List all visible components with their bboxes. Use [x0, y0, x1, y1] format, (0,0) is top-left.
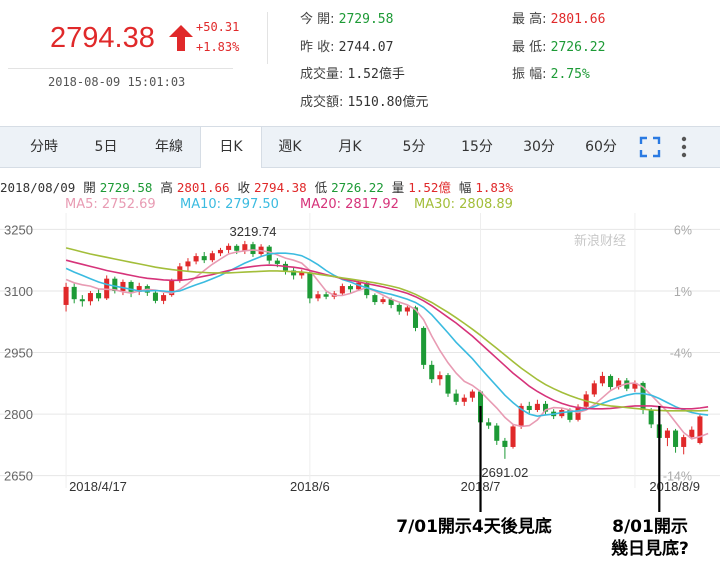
candle-body — [429, 364, 435, 380]
candle-body — [697, 416, 703, 444]
candle-body — [185, 261, 191, 267]
y-tick-label: 3100 — [4, 284, 33, 299]
candle-body — [201, 256, 207, 261]
ma-line-ma10 — [65, 252, 709, 418]
candle-body — [79, 299, 85, 302]
candle-body — [437, 375, 443, 380]
right-tick-label: 6% — [674, 223, 692, 237]
candle-body — [526, 405, 532, 411]
candle-body — [217, 249, 223, 254]
candle-body — [486, 422, 492, 426]
candle-body — [323, 294, 329, 297]
candle-body — [315, 294, 321, 299]
candle-body — [673, 430, 679, 447]
candle-body — [689, 429, 695, 438]
x-tick-label: 2018/6 — [290, 479, 330, 494]
annotation-text: 幾日見底? — [611, 538, 689, 559]
candle-body — [599, 375, 605, 384]
annotation-text: 8/01開示 — [612, 517, 688, 537]
candle-body — [347, 286, 354, 290]
candle-body — [242, 244, 248, 251]
candle-body — [591, 383, 597, 395]
candle-body — [380, 299, 386, 303]
watermark: 新浪财经 — [574, 233, 626, 249]
candle-body — [608, 375, 614, 388]
candle-body — [209, 253, 215, 261]
candle-body — [274, 260, 280, 264]
candle-body — [120, 281, 126, 291]
right-tick-label: -4% — [670, 347, 692, 361]
candle-body — [63, 286, 69, 305]
candle-body — [152, 292, 158, 301]
y-tick-label: 2650 — [4, 469, 33, 484]
candle-body — [404, 307, 410, 312]
candle-body — [234, 245, 240, 251]
candle-body — [664, 430, 670, 438]
candle-body — [177, 266, 183, 281]
candle-body — [396, 304, 402, 312]
candle-body — [445, 375, 451, 394]
candle-body — [226, 245, 232, 250]
candle-body — [87, 293, 93, 302]
price-label: 3219.74 — [229, 224, 276, 239]
candle-body — [534, 403, 540, 411]
candle-body — [502, 440, 508, 447]
annotation-text: 7/01開示4天後見底 — [396, 516, 552, 537]
candle-body — [510, 426, 516, 447]
candle-body — [421, 327, 427, 365]
candle-body — [453, 393, 459, 402]
candle-body — [71, 286, 77, 300]
price-label: 2691.02 — [481, 465, 528, 480]
y-tick-label: 3250 — [4, 222, 33, 237]
candle-body — [469, 391, 475, 398]
candle-body — [307, 272, 313, 299]
y-tick-label: 2950 — [4, 346, 33, 361]
right-tick-label: 1% — [674, 285, 692, 299]
y-tick-label: 2800 — [4, 407, 33, 422]
x-tick-label: 2018/8/9 — [649, 479, 700, 494]
candle-body — [161, 295, 167, 301]
candle-body — [648, 410, 654, 425]
candle-body — [494, 425, 500, 441]
candle-body — [96, 293, 102, 299]
candle-body — [193, 256, 199, 262]
x-tick-label: 2018/4/17 — [69, 479, 127, 494]
candle-body — [339, 286, 345, 294]
candlestick-chart: 325031002950280026506%1%-4%-14%新浪财经3219.… — [0, 213, 720, 559]
candle-body — [372, 295, 378, 303]
candle-body — [461, 397, 467, 402]
candle-body — [681, 437, 687, 447]
ma-line-ma5 — [65, 249, 709, 440]
